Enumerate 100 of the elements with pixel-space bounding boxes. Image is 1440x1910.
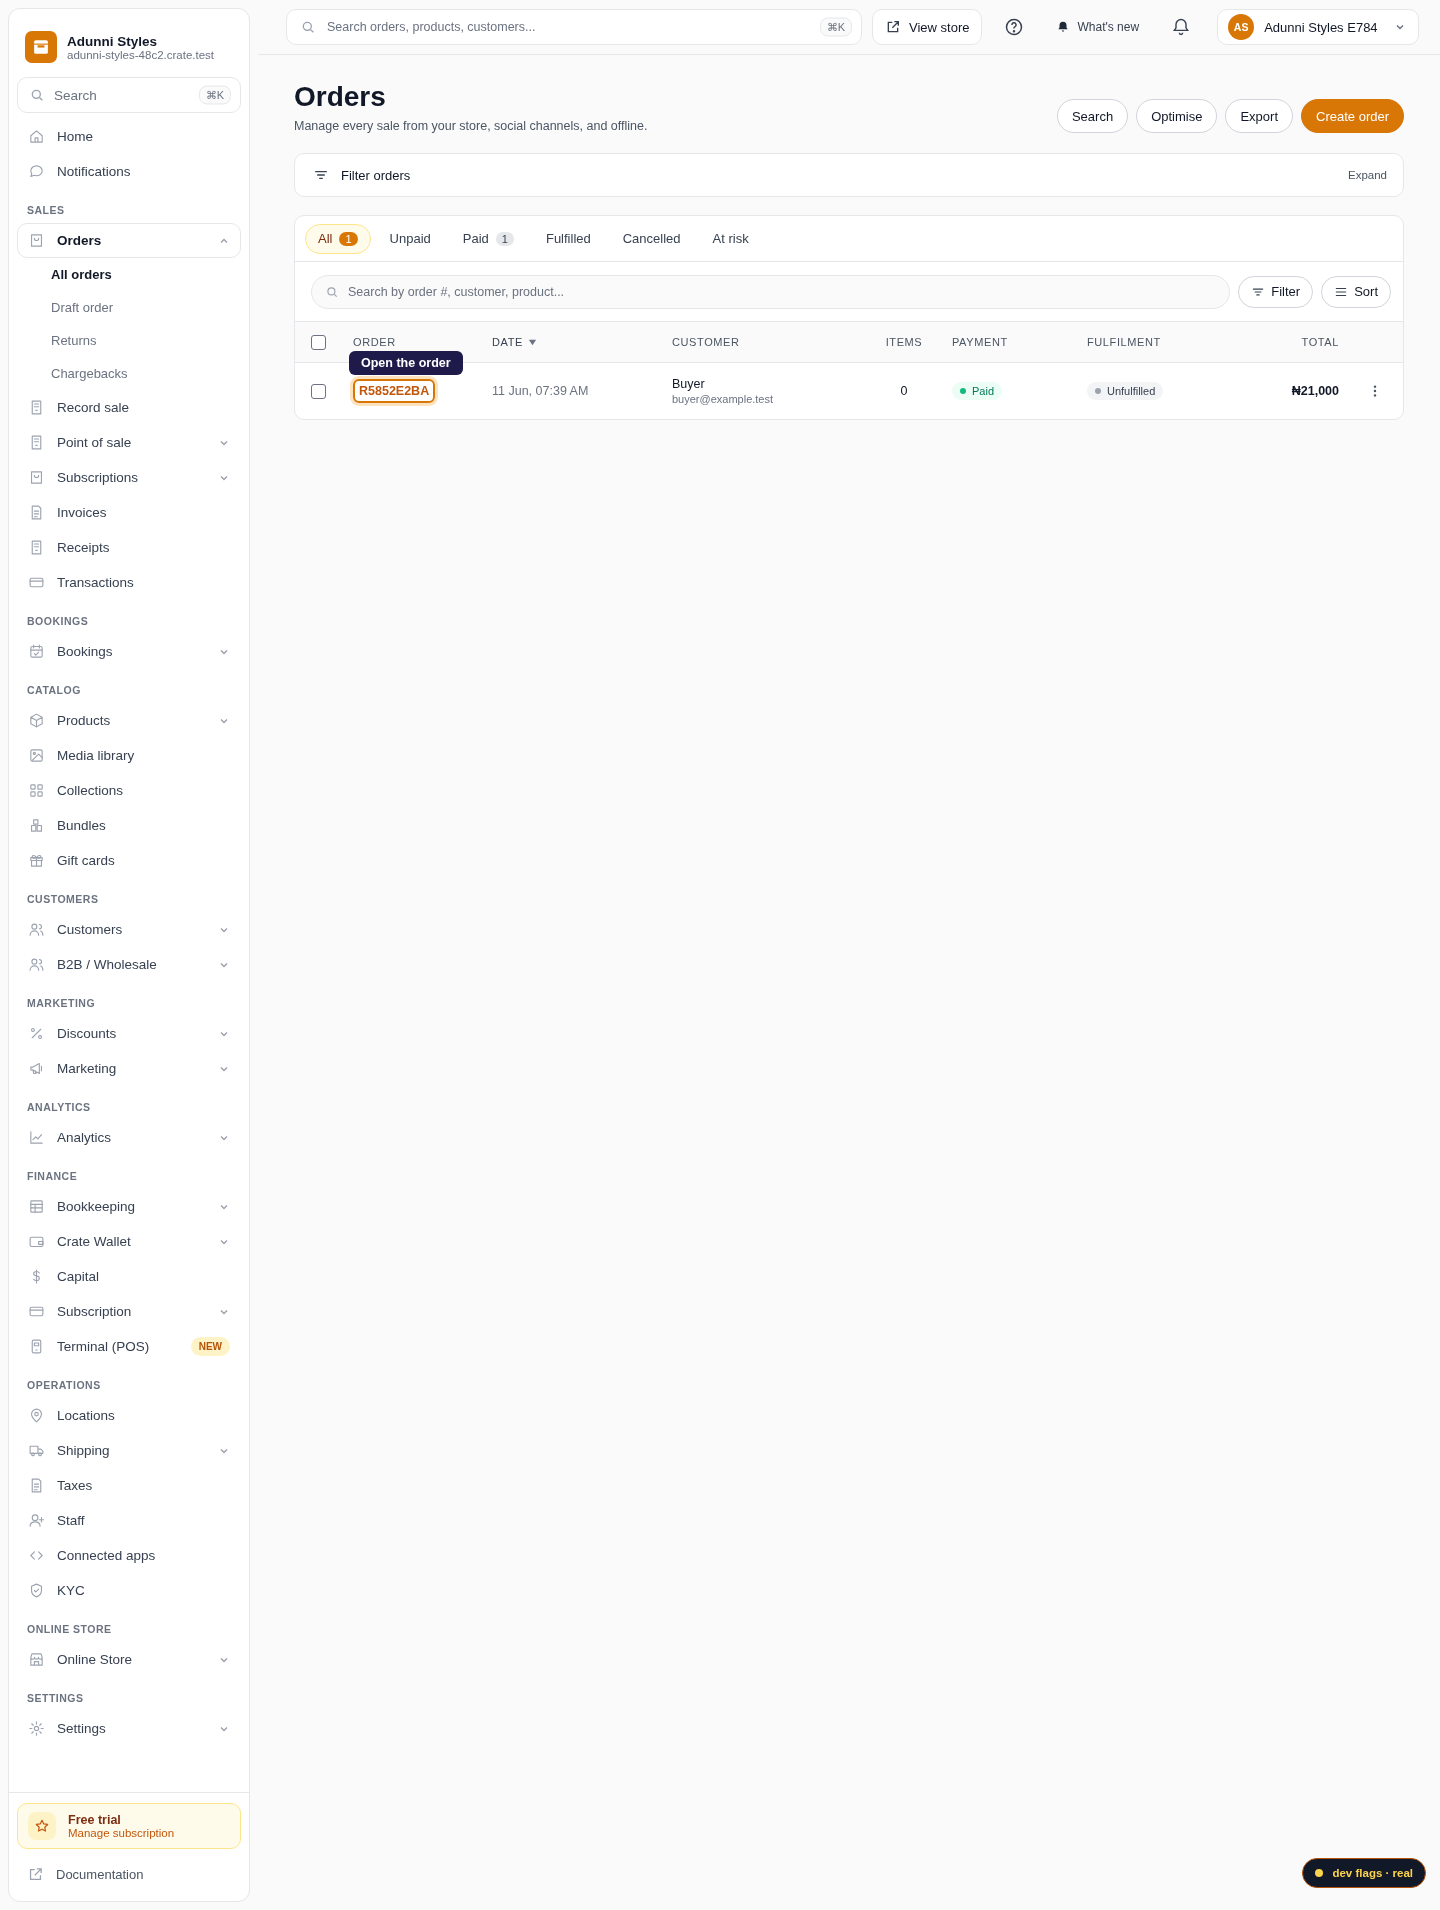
- percent-icon: [28, 1025, 45, 1042]
- nav-item[interactable]: Discounts: [17, 1016, 241, 1051]
- nav-item[interactable]: Settings: [17, 1711, 241, 1746]
- account-menu[interactable]: AS Adunni Styles E784: [1217, 9, 1419, 45]
- action-button[interactable]: Search: [1056, 99, 1129, 133]
- filter-bar[interactable]: Filter orders Expand: [294, 153, 1404, 197]
- fulfilment-status: Unfulfilled: [1087, 382, 1164, 400]
- nav-item[interactable]: Capital: [17, 1259, 241, 1294]
- nav-item[interactable]: Marketing: [17, 1051, 241, 1086]
- nav-item[interactable]: Collections: [17, 773, 241, 808]
- sort-button[interactable]: Sort: [1321, 275, 1391, 308]
- nav-item[interactable]: Staff: [17, 1503, 241, 1538]
- nav-item[interactable]: Record sale: [17, 390, 241, 425]
- avatar: AS: [1228, 14, 1255, 40]
- column-header[interactable]: ORDER: [353, 336, 396, 348]
- notifications-bell-icon[interactable]: [1171, 17, 1192, 37]
- nav-item[interactable]: Bookkeeping: [17, 1189, 241, 1224]
- column-header[interactable]: TOTAL: [1301, 336, 1339, 348]
- nav-section-heading: ONLINE STORE: [26, 1622, 113, 1637]
- tab[interactable]: Cancelled: [609, 223, 694, 254]
- nav-item[interactable]: Locations: [17, 1398, 241, 1433]
- search-icon: [29, 87, 45, 103]
- customer-name: Buyer: [672, 377, 705, 391]
- settings-icon: [28, 1720, 45, 1737]
- nav-item[interactable]: Bundles: [17, 808, 241, 843]
- nav-subitem[interactable]: Chargebacks: [17, 357, 241, 390]
- nav-section-heading: BOOKINGS: [26, 614, 90, 629]
- nav-item[interactable]: Connected apps: [17, 1538, 241, 1573]
- nav-item[interactable]: Products: [17, 703, 241, 738]
- nav-subitem[interactable]: Draft order: [17, 291, 241, 324]
- table-cell: ₦21,000: [1291, 384, 1339, 398]
- trial-title: Free trial: [68, 1813, 122, 1827]
- search-icon: [325, 284, 339, 299]
- nav-item[interactable]: Transactions: [17, 565, 241, 600]
- column-header[interactable]: DATE: [492, 336, 523, 348]
- documentation-link[interactable]: Documentation: [17, 1855, 241, 1893]
- help-icon[interactable]: [1004, 17, 1025, 37]
- sort-descending-icon: [527, 337, 537, 347]
- nav-item[interactable]: Home: [17, 119, 241, 154]
- location-pin-icon: [28, 1407, 45, 1424]
- column-header[interactable]: ITEMS: [885, 336, 923, 348]
- select-all-checkbox[interactable]: [311, 334, 326, 350]
- view-store-button[interactable]: View store: [872, 9, 983, 45]
- nav-subitem[interactable]: All orders: [17, 258, 241, 291]
- table-cell: 11 Jun, 07:39 AM: [492, 384, 589, 398]
- tab[interactable]: Paid 1: [449, 223, 527, 254]
- store-domain: adunni-styles-48c2.crate.test: [67, 48, 215, 61]
- whats-new-button[interactable]: What's new: [1050, 19, 1146, 35]
- nav-item[interactable]: Crate Wallet: [17, 1224, 241, 1259]
- filter-button[interactable]: Filter: [1238, 275, 1314, 308]
- nav-item[interactable]: Taxes: [17, 1468, 241, 1503]
- filter-bar-label: Filter orders: [341, 167, 412, 183]
- megaphone-icon: [28, 1060, 45, 1077]
- people-icon: [28, 956, 45, 973]
- nav-item[interactable]: Online Store: [17, 1642, 241, 1677]
- tab[interactable]: Fulfilled: [532, 223, 604, 254]
- dev-flags-badge[interactable]: dev flags · real: [1302, 1858, 1426, 1888]
- nav-item[interactable]: Invoices: [17, 495, 241, 530]
- nav-item[interactable]: Bookings: [17, 634, 241, 669]
- shopping-bag-icon: [28, 232, 45, 249]
- free-trial-card[interactable]: Free trial Manage subscription: [17, 1803, 241, 1849]
- row-checkbox[interactable]: [311, 383, 326, 399]
- nav-section-heading: MARKETING: [26, 996, 97, 1011]
- nav-item[interactable]: Shipping: [17, 1433, 241, 1468]
- tab[interactable]: All 1: [305, 223, 371, 254]
- nav-item[interactable]: Receipts: [17, 530, 241, 565]
- nav-item[interactable]: Subscription: [17, 1294, 241, 1329]
- new-badge: NEW: [190, 1337, 230, 1356]
- star-icon: [34, 1818, 50, 1834]
- nav-item[interactable]: Gift cards: [17, 843, 241, 878]
- nav-item[interactable]: KYC: [17, 1573, 241, 1608]
- nav-item[interactable]: Customers: [17, 912, 241, 947]
- store-icon: [28, 1651, 45, 1668]
- nav-item[interactable]: Point of sale: [17, 425, 241, 460]
- shopping-bag-icon: [28, 469, 45, 486]
- more-options-icon[interactable]: [1373, 384, 1377, 398]
- external-link-icon: [885, 19, 901, 35]
- order-search-field[interactable]: Search by order #, customer, product...: [311, 274, 1231, 309]
- manage-subscription-link[interactable]: Manage subscription: [68, 1827, 175, 1839]
- box-icon: [28, 712, 45, 729]
- ledger-icon: [28, 1198, 45, 1215]
- order-link[interactable]: R5852E2BA: [353, 379, 436, 403]
- action-button[interactable]: Export: [1225, 99, 1293, 133]
- nav-item[interactable]: Media library: [17, 738, 241, 773]
- nav-item[interactable]: Analytics: [17, 1120, 241, 1155]
- tab[interactable]: At risk: [699, 223, 762, 254]
- nav-item[interactable]: Orders: [17, 223, 241, 258]
- expand-link[interactable]: Expand: [1348, 169, 1387, 181]
- nav-subitem[interactable]: Returns: [17, 324, 241, 357]
- nav-item[interactable]: Terminal (POS) NEW: [17, 1329, 241, 1364]
- grid-icon: [28, 782, 45, 799]
- nav-item[interactable]: Subscriptions: [17, 460, 241, 495]
- nav-item[interactable]: Notifications: [17, 154, 241, 189]
- column-header[interactable]: CUSTOMER: [672, 336, 740, 348]
- column-header[interactable]: FULFILMENT: [1087, 336, 1161, 348]
- nav-item[interactable]: B2B / Wholesale: [17, 947, 241, 982]
- store-logo-icon: [25, 31, 57, 63]
- column-header[interactable]: PAYMENT: [952, 336, 1008, 348]
- tab[interactable]: Unpaid: [376, 223, 444, 254]
- action-button[interactable]: Optimise: [1136, 99, 1218, 133]
